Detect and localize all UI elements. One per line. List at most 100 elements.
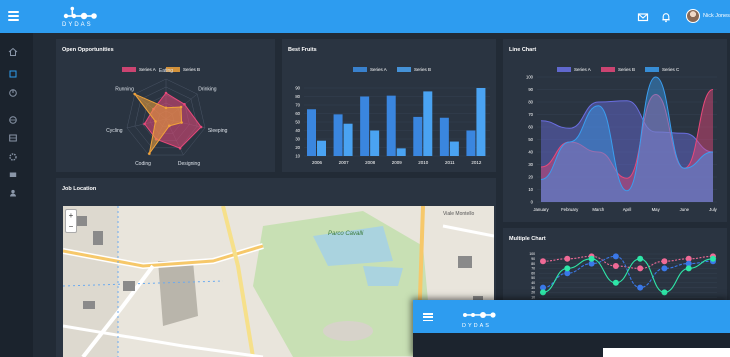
chart-icon[interactable]: [8, 69, 18, 79]
radar-point: [167, 124, 171, 128]
bar-x-tick: 2008: [365, 160, 376, 165]
legend-swatch: [122, 67, 136, 72]
radar-category-label: Drinking: [198, 86, 217, 92]
radar-point: [133, 92, 137, 96]
menu-icon[interactable]: [8, 11, 19, 21]
bar: [386, 95, 396, 156]
legend-swatch: [353, 67, 367, 72]
overlay-menu-icon[interactable]: [423, 313, 433, 321]
line-y-tick: 50: [528, 137, 533, 142]
line-y-tick: 60: [528, 125, 533, 130]
radar-point: [164, 106, 168, 110]
bar-x-tick: 2010: [418, 160, 429, 165]
line-x-tick: April: [623, 207, 632, 212]
multi-point: [710, 255, 716, 262]
legend-swatch: [601, 67, 615, 72]
multi-y-tick: 10: [531, 295, 535, 299]
mail-icon[interactable]: [637, 11, 649, 23]
radar-category-label: Designing: [178, 161, 200, 167]
bar-chart[interactable]: Series A Series B 10 20 30 40 50 60 70 80 90 2006 20…: [282, 39, 496, 172]
bar-y-tick: 10: [295, 154, 300, 159]
globe-icon[interactable]: [8, 115, 18, 125]
map-zoom-control: + −: [65, 209, 77, 233]
user-name[interactable]: Nick Jones: [703, 13, 730, 19]
bar: [449, 141, 459, 156]
bar-y-tick: 50: [295, 120, 300, 125]
multi-y-tick: 100: [529, 252, 535, 256]
legend-swatch: [557, 67, 571, 72]
bar-y-tick: 60: [295, 111, 300, 116]
top-bar: DYDAS Nick Jones: [0, 0, 730, 33]
bar-x-tick: 2007: [339, 160, 350, 165]
user-icon[interactable]: [8, 188, 18, 198]
multi-point: [540, 258, 546, 265]
bell-icon[interactable]: [660, 11, 672, 23]
line-y-tick: 10: [528, 187, 533, 192]
multi-point: [612, 253, 619, 260]
multi-point: [612, 279, 619, 286]
bar: [360, 96, 370, 156]
best-fruits-panel: Best Fruits Series A Series B 10 20 30 40 50 60…: [282, 39, 496, 172]
legend-label: Series A: [370, 67, 387, 72]
radar-point: [183, 102, 186, 106]
bar: [370, 130, 380, 156]
bar-x-tick: 2006: [312, 160, 323, 165]
zoom-out-button[interactable]: −: [66, 221, 76, 232]
sidebar: [0, 33, 33, 357]
zoom-in-button[interactable]: +: [66, 210, 76, 221]
legend-label: Series A: [139, 67, 156, 72]
bar: [413, 116, 423, 156]
bar: [343, 123, 353, 156]
radar-category-label: Coding: [135, 161, 151, 167]
bar-y-tick: 90: [295, 86, 300, 91]
overlay-logo-text: DYDAS: [462, 323, 491, 329]
multi-point: [685, 265, 692, 272]
message-icon[interactable]: [8, 170, 18, 180]
radar-chart[interactable]: Series A Series B Eating Drinking Sleeping De…: [56, 39, 275, 172]
bar-x-tick: 2012: [471, 160, 482, 165]
multi-point: [637, 255, 644, 262]
line-x-tick: March: [592, 207, 605, 212]
multi-y-tick: 70: [531, 267, 535, 271]
logo-text: DYDAS: [62, 22, 93, 28]
bar-y-tick: 30: [295, 137, 300, 142]
multi-y-tick: 40: [531, 281, 535, 285]
line-y-tick: 100: [526, 75, 534, 80]
radar-category-label: Eating: [159, 68, 173, 74]
radar-point: [148, 152, 151, 155]
radar-point: [143, 122, 146, 126]
line-y-tick: 70: [528, 112, 533, 117]
map-label-park: Parco Cavalli: [328, 231, 364, 237]
overlay-top-bar: DYDAS: [413, 300, 730, 333]
line-x-tick: July: [709, 207, 717, 212]
multi-point: [637, 265, 644, 272]
line-y-tick: 30: [528, 162, 533, 167]
bar: [317, 140, 326, 156]
legend-label: Series C: [662, 67, 680, 72]
legend-swatch: [397, 67, 411, 72]
panel-title: Job Location: [62, 186, 97, 192]
multi-y-tick: 60: [531, 271, 535, 275]
line-y-tick: 40: [528, 150, 533, 155]
multi-point: [661, 265, 668, 272]
line-x-tick: February: [561, 207, 579, 212]
line-y-tick: 0: [531, 200, 534, 205]
multi-point: [564, 255, 571, 262]
overlay-input[interactable]: [603, 348, 730, 357]
avatar[interactable]: [686, 9, 700, 23]
bar: [307, 109, 316, 156]
bar: [466, 130, 476, 156]
settings-icon[interactable]: [8, 152, 18, 162]
home-icon[interactable]: [8, 47, 18, 57]
radar-point: [178, 146, 182, 150]
pie-icon[interactable]: [8, 88, 18, 98]
bar-y-tick: 20: [295, 145, 300, 150]
multi-point: [588, 255, 595, 262]
area-chart[interactable]: Series A Series B Series C 0 10 20 30 40 50 60 70 8…: [503, 39, 727, 222]
multi-point: [661, 258, 668, 265]
open-opportunities-panel: Open Opportunities Series A Series B Eatin…: [56, 39, 275, 172]
line-y-tick: 90: [528, 87, 533, 92]
multi-point: [661, 289, 668, 296]
table-icon[interactable]: [8, 133, 18, 143]
line-y-tick: 80: [528, 100, 533, 105]
